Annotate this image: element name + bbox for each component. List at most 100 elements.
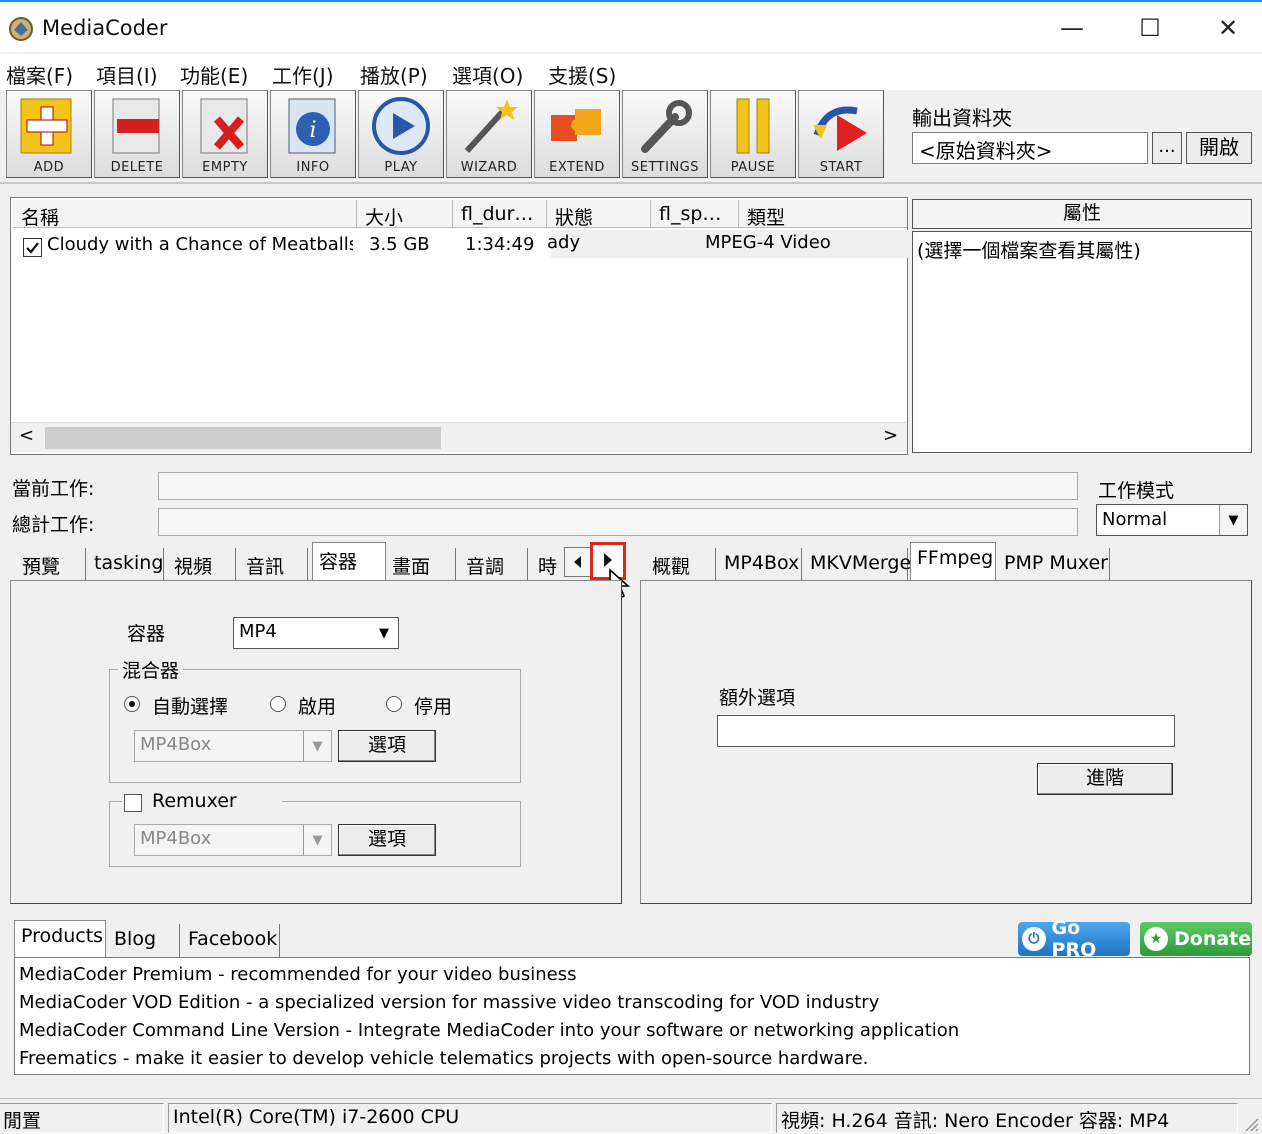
delete-label: DELETE	[110, 160, 164, 175]
pause-label: PAUSE	[730, 160, 776, 175]
remuxer-select[interactable]: MP4Box ▼	[134, 824, 332, 856]
column-duration[interactable]: fl_dur…	[453, 200, 547, 228]
column-speed[interactable]: fl_sp…	[651, 200, 739, 228]
extend-button[interactable]: EXTEND	[534, 90, 620, 178]
settings-button[interactable]: SETTINGS	[622, 90, 708, 178]
tab-container[interactable]: 容器	[312, 542, 386, 582]
wizard-icon	[464, 99, 518, 154]
window-title: MediaCoder	[42, 16, 168, 40]
close-button[interactable]: ✕	[1190, 4, 1262, 52]
star-icon: ★	[1144, 927, 1168, 951]
tab-overview[interactable]: 概觀	[646, 548, 716, 580]
tab-tasking[interactable]: tasking	[88, 548, 164, 580]
advanced-button[interactable]: 進階	[1037, 763, 1173, 795]
radio-enable[interactable]	[270, 696, 286, 712]
open-folder-button[interactable]: 開啟	[1186, 132, 1252, 164]
menu-item[interactable]: 項目(I)	[96, 60, 158, 89]
tab-pmp-muxer[interactable]: PMP Muxer	[998, 548, 1110, 580]
output-folder-field[interactable]: <原始資料夾>	[912, 132, 1148, 164]
remuxer-title[interactable]: Remuxer	[152, 790, 237, 812]
chevron-down-icon: ▼	[370, 618, 398, 648]
play-button[interactable]: PLAY	[358, 90, 444, 178]
status-cpu: Intel(R) Core(TM) i7-2600 CPU	[168, 1103, 772, 1133]
donate-button[interactable]: ★ Donate	[1140, 922, 1252, 956]
scroll-right-icon[interactable]: >	[883, 425, 898, 446]
tab-ffmpeg[interactable]: FFmpeg	[910, 542, 996, 582]
horizontal-scrollbar[interactable]: < >	[11, 422, 907, 452]
tab-blog[interactable]: Blog	[108, 924, 180, 958]
file-status: ady	[547, 232, 581, 253]
toolbar: ADD DELETE EMPTY i INFO PLAY WIZARD EXTE…	[6, 90, 892, 180]
scrollbar-thumb[interactable]	[45, 427, 441, 449]
radio-auto[interactable]	[124, 696, 140, 712]
minimize-button[interactable]: —	[1034, 4, 1110, 52]
radio-enable-label[interactable]: 啟用	[298, 692, 336, 719]
delete-button[interactable]: DELETE	[94, 90, 180, 178]
tab-scroll-left[interactable]	[564, 547, 592, 577]
empty-button[interactable]: EMPTY	[182, 90, 268, 178]
menu-file[interactable]: 檔案(F)	[6, 60, 73, 89]
column-size[interactable]: 大小	[357, 200, 453, 228]
current-job-label: 當前工作:	[12, 478, 95, 500]
tab-mp4box[interactable]: MP4Box	[718, 548, 802, 580]
file-name[interactable]: Cloudy with a Chance of Meatballs…	[47, 234, 353, 255]
menu-play[interactable]: 播放(P)	[360, 60, 428, 89]
remuxer-options-button[interactable]: 選項	[338, 824, 436, 856]
job-mode-select[interactable]: Normal ▼	[1096, 504, 1248, 536]
scroll-left-icon[interactable]: <	[19, 425, 34, 446]
pause-button[interactable]: PAUSE	[710, 90, 796, 178]
tab-audio[interactable]: 音訊	[240, 548, 308, 580]
maximize-icon: ☐	[1139, 14, 1161, 42]
add-button[interactable]: ADD	[6, 90, 92, 178]
muxer-value: MP4Box	[140, 734, 212, 755]
tab-video[interactable]: 視頻	[168, 548, 236, 580]
properties-header: 屬性	[912, 199, 1252, 229]
product-line[interactable]: Freematics - make it easier to develop v…	[19, 1048, 868, 1069]
tab-preview[interactable]: 預覽	[16, 548, 86, 580]
product-line[interactable]: MediaCoder VOD Edition - a specialized v…	[19, 992, 879, 1013]
muxer-select[interactable]: MP4Box ▼	[134, 730, 332, 762]
resize-grip-icon[interactable]	[1240, 1113, 1260, 1133]
tab-facebook[interactable]: Facebook	[182, 924, 280, 958]
radio-disable-label[interactable]: 停用	[414, 692, 452, 719]
column-status[interactable]: 狀態	[547, 200, 651, 228]
menu-support[interactable]: 支援(S)	[548, 60, 616, 89]
browse-button[interactable]: ...	[1152, 132, 1182, 164]
info-icon: i	[288, 98, 336, 154]
file-size: 3.5 GB	[369, 234, 430, 255]
column-name[interactable]: 名稱	[13, 200, 357, 228]
wizard-button[interactable]: WIZARD	[446, 90, 532, 178]
product-line[interactable]: MediaCoder Command Line Version - Integr…	[19, 1020, 959, 1041]
muxer-options-button[interactable]: 選項	[338, 730, 436, 762]
start-icon	[813, 106, 867, 151]
menu-function[interactable]: 功能(E)	[180, 60, 248, 89]
menu-options[interactable]: 選項(O)	[452, 60, 523, 89]
tab-tone[interactable]: 音調	[460, 548, 528, 580]
radio-disable[interactable]	[386, 696, 402, 712]
maximize-button[interactable]: ☐	[1112, 4, 1188, 52]
properties-panel: (選擇一個檔案查看其屬性)	[912, 231, 1252, 453]
file-list[interactable]: 名稱 大小 fl_dur… 狀態 fl_sp… 類型 Cloudy with a…	[10, 197, 915, 455]
chevron-down-icon: ▼	[303, 731, 331, 761]
tab-time[interactable]: 時	[532, 548, 566, 580]
settings-label: SETTINGS	[630, 160, 699, 175]
info-button[interactable]: i INFO	[270, 90, 356, 178]
remuxer-checkbox[interactable]	[124, 794, 142, 812]
product-line[interactable]: MediaCoder Premium - recommended for you…	[19, 964, 577, 985]
radio-auto-label[interactable]: 自動選擇	[152, 692, 228, 719]
menu-job[interactable]: 工作(J)	[272, 60, 334, 89]
go-pro-button[interactable]: ⏻ Go PRO	[1018, 917, 1130, 961]
start-button[interactable]: START	[798, 90, 884, 178]
wizard-label: WIZARD	[460, 160, 518, 175]
delete-icon	[112, 98, 160, 154]
file-duration: 1:34:49	[465, 234, 535, 255]
job-mode-value: Normal	[1102, 509, 1168, 530]
tab-picture[interactable]: 畫面	[386, 548, 456, 580]
column-type[interactable]: 類型	[739, 200, 907, 228]
row-checkbox[interactable]	[23, 238, 42, 257]
remuxer-value: MP4Box	[140, 828, 212, 849]
tab-mkvmerge[interactable]: MKVMerge	[804, 548, 911, 580]
tab-products[interactable]: Products	[14, 920, 106, 958]
container-select[interactable]: MP4 ▼	[233, 617, 399, 649]
extra-options-input[interactable]	[717, 715, 1175, 747]
